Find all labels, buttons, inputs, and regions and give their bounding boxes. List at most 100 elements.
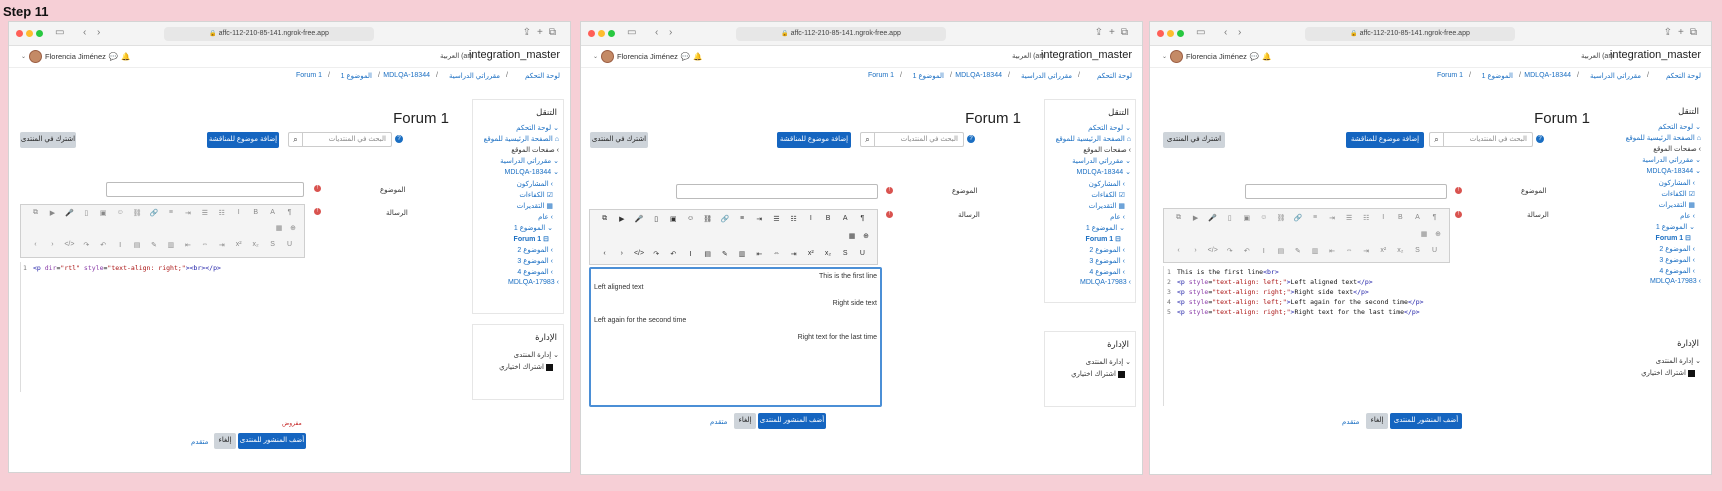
nav-item[interactable]: صفحات الموقع ‹: [511, 146, 559, 154]
toolbar-row-1[interactable]: ⧉ ▶ 🎤 ▯ ▣ ☺ ⛓ 🔗 ≡ ⇥ ☰ ☷ I B A ¶: [1164, 214, 1449, 222]
message-icon[interactable]: 💬: [681, 52, 690, 61]
nav-item-current[interactable]: Forum 1 ⊟: [1086, 235, 1121, 243]
nav-item[interactable]: لوحة التحكم ⌄: [1088, 124, 1131, 132]
add-topic-button[interactable]: إضافة موضوع للمناقشة: [777, 132, 851, 148]
post-button[interactable]: أضف المنشور للمنتدى: [1390, 413, 1462, 429]
search-icon[interactable]: ⌕: [289, 133, 303, 146]
nav-item[interactable]: الموضوع 3 ‹: [1089, 257, 1125, 265]
toolbar-row-2[interactable]: ▦ ⊕: [590, 232, 877, 240]
nav-item[interactable]: مقرراتي الدراسية ⌄: [1072, 157, 1131, 165]
user-menu[interactable]: ⌄ Florencia Jiménez 💬 🔔: [21, 50, 131, 63]
breadcrumb-item[interactable]: Forum 1: [296, 72, 322, 79]
nav-item[interactable]: MDLQA-17983 ‹: [1080, 279, 1131, 286]
admin-item[interactable]: إدارة المنتدى ⌄: [1656, 357, 1701, 365]
nav-item[interactable]: MDLQA-18344 ⌄: [1076, 168, 1131, 176]
nav-item[interactable]: الموضوع 4 ‹: [1089, 268, 1125, 276]
cancel-button[interactable]: إلغاء: [214, 433, 236, 449]
close-window-button[interactable]: [16, 30, 23, 37]
message-icon[interactable]: 💬: [1250, 52, 1259, 61]
bell-icon[interactable]: 🔔: [693, 52, 702, 61]
breadcrumb-item[interactable]: Forum 1: [1437, 72, 1463, 79]
nav-item[interactable]: الصفحة الرئيسية للموقع ⌂: [1056, 135, 1131, 143]
nav-item[interactable]: MDLQA-17983 ‹: [1650, 278, 1701, 285]
maximize-window-button[interactable]: [608, 30, 615, 37]
sidebar-toggle-icon[interactable]: ▭: [627, 27, 636, 39]
cancel-button[interactable]: إلغاء: [734, 413, 756, 429]
nav-item[interactable]: المشاركون ‹: [1089, 180, 1125, 188]
advanced-link[interactable]: متقدم: [710, 418, 727, 426]
breadcrumb-item[interactable]: مقرراتي الدراسية: [1590, 72, 1641, 80]
nav-item[interactable]: الموضوع 4 ‹: [517, 268, 553, 276]
language-selector[interactable]: العربية (ar): [440, 52, 472, 60]
breadcrumb-item[interactable]: لوحة التحكم: [525, 72, 560, 80]
nav-item[interactable]: الكفاءات ☑: [519, 191, 553, 199]
nav-item[interactable]: المشاركون ‹: [1659, 179, 1695, 187]
toolbar-row-1[interactable]: ⧉ ▶ 🎤 ▯ ▣ ☺ ⛓ 🔗 ≡ ⇥ ☰ ☷ I B A ¶: [21, 209, 304, 217]
address-bar[interactable]: 🔒 affc-112-210-85-141.ngrok-free.app: [1305, 27, 1515, 41]
help-icon[interactable]: ?: [1536, 135, 1544, 143]
search-icon[interactable]: ⌕: [1430, 133, 1444, 146]
toolbar-row-1[interactable]: ⧉ ▶ 🎤 ▯ ▣ ☺ ⛓ 🔗 ≡ ⇥ ☰ ☷ I B A ¶: [590, 215, 877, 223]
minimize-window-button[interactable]: [1167, 30, 1174, 37]
nav-item[interactable]: صفحات الموقع ‹: [1653, 145, 1701, 153]
admin-item[interactable]: اشتراك اختياري: [1071, 370, 1125, 378]
maximize-window-button[interactable]: [1177, 30, 1184, 37]
sidebar-toggle-icon[interactable]: ▭: [1196, 27, 1205, 39]
breadcrumb-item[interactable]: MDLQA-18344: [383, 72, 430, 79]
site-name[interactable]: integration_master: [1041, 49, 1132, 61]
minimize-window-button[interactable]: [598, 30, 605, 37]
breadcrumb-item[interactable]: الموضوع 1: [913, 72, 944, 80]
add-topic-button[interactable]: إضافة موضوع للمناقشة: [1346, 132, 1424, 148]
admin-item[interactable]: اشتراك اختياري: [1641, 369, 1695, 377]
nav-item[interactable]: الموضوع 1 ⌄: [1086, 224, 1125, 232]
help-icon[interactable]: ?: [967, 135, 975, 143]
subscribe-button[interactable]: اشترك في المنتدى: [590, 132, 648, 148]
breadcrumb-item[interactable]: الموضوع 1: [1482, 72, 1513, 80]
add-topic-button[interactable]: إضافة موضوع للمناقشة: [207, 132, 279, 148]
cancel-button[interactable]: إلغاء: [1366, 413, 1388, 429]
browser-actions[interactable]: ⇪+⧉: [1095, 27, 1134, 38]
language-selector[interactable]: العربية (ar): [1012, 52, 1044, 60]
nav-item[interactable]: MDLQA-18344 ⌄: [504, 168, 559, 176]
help-icon[interactable]: ?: [395, 135, 403, 143]
back-icon[interactable]: ‹: [655, 27, 658, 39]
nav-item[interactable]: لوحة التحكم ⌄: [1658, 123, 1701, 131]
breadcrumb-item[interactable]: مقرراتي الدراسية: [1021, 72, 1072, 80]
nav-item-current[interactable]: Forum 1 ⊟: [514, 235, 549, 243]
admin-item[interactable]: إدارة المنتدى ⌄: [1086, 358, 1131, 366]
breadcrumb-item[interactable]: MDLQA-18344: [1524, 72, 1571, 79]
admin-item[interactable]: إدارة المنتدى ⌄: [514, 351, 559, 359]
nav-item[interactable]: الموضوع 2 ‹: [1089, 246, 1125, 254]
toolbar-row-2[interactable]: ▦ ⊕: [21, 224, 304, 232]
admin-item[interactable]: اشتراك اختياري: [499, 363, 553, 371]
forward-icon[interactable]: ›: [669, 27, 672, 39]
nav-item-current[interactable]: Forum 1 ⊟: [1656, 234, 1691, 242]
rich-text-editor[interactable]: This is the first line Left aligned text…: [589, 267, 882, 407]
close-window-button[interactable]: [1157, 30, 1164, 37]
forward-icon[interactable]: ›: [1238, 27, 1241, 39]
close-window-button[interactable]: [588, 30, 595, 37]
post-button[interactable]: أضف المنشور للمنتدى: [758, 413, 826, 429]
nav-item[interactable]: الموضوع 2 ‹: [517, 246, 553, 254]
user-menu[interactable]: ⌄ Florencia Jiménez 💬 🔔: [1162, 50, 1272, 63]
user-menu[interactable]: ⌄ Florencia Jiménez 💬 🔔: [593, 50, 703, 63]
subject-field[interactable]: [1245, 184, 1447, 199]
post-button[interactable]: أضف المنشور للمنتدى: [238, 433, 306, 449]
toolbar-row-3[interactable]: ‹ › </> ↷ ↶ Ⅰ ▤ ✎ ▥ ⇤ ⇔ ⇥ x² x₂ S U: [590, 250, 877, 258]
browser-actions[interactable]: ⇪+⧉: [1664, 27, 1703, 38]
nav-item[interactable]: MDLQA-17983 ‹: [508, 279, 559, 286]
nav-item[interactable]: الموضوع 2 ‹: [1659, 245, 1695, 253]
address-bar[interactable]: 🔒 affc-112-210-85-141.ngrok-free.app: [164, 27, 374, 41]
subject-field[interactable]: [106, 182, 304, 197]
breadcrumb-item[interactable]: الموضوع 1: [341, 72, 372, 80]
site-name[interactable]: integration_master: [1610, 49, 1701, 61]
back-icon[interactable]: ‹: [1224, 27, 1227, 39]
nav-item[interactable]: المشاركون ‹: [517, 180, 553, 188]
advanced-link[interactable]: متقدم: [191, 438, 208, 446]
language-selector[interactable]: العربية (ar): [1581, 52, 1613, 60]
breadcrumb-item[interactable]: لوحة التحكم: [1097, 72, 1132, 80]
browser-actions[interactable]: ⇪+⧉: [523, 27, 562, 38]
nav-item[interactable]: الموضوع 3 ‹: [1659, 256, 1695, 264]
nav-item[interactable]: الصفحة الرئيسية للموقع ⌂: [484, 135, 559, 143]
breadcrumb-item[interactable]: لوحة التحكم: [1666, 72, 1701, 80]
